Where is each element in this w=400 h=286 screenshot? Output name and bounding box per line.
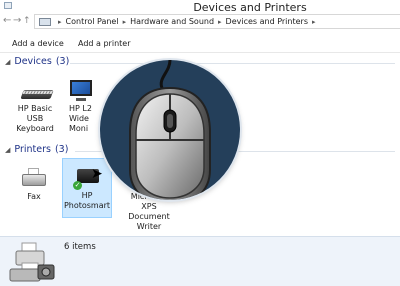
- printers-group-count: (3): [54, 144, 69, 155]
- group-divider: [70, 63, 395, 64]
- chevron-right-icon[interactable]: ▸: [312, 18, 316, 26]
- device-label: Fax: [27, 192, 41, 201]
- device-label: Writer: [136, 222, 162, 231]
- mouse-click-illustration: [100, 60, 240, 200]
- add-device-button[interactable]: Add a device: [12, 39, 64, 48]
- device-label: USB: [26, 114, 44, 123]
- breadcrumb-control-panel[interactable]: Control Panel: [66, 17, 119, 26]
- control-panel-crumb-icon: [39, 17, 51, 26]
- collapse-chevron-icon[interactable]: ◢: [5, 146, 10, 154]
- items-count: 6 items: [64, 242, 96, 252]
- status-bar: 6 items: [0, 236, 400, 286]
- add-printer-button[interactable]: Add a printer: [78, 39, 130, 48]
- devices-group-count: (3): [55, 56, 70, 67]
- command-bar: Add a device Add a printer: [0, 33, 400, 53]
- back-icon[interactable]: ←: [3, 15, 11, 26]
- device-label: Photosmart: [63, 201, 111, 210]
- monitor-icon: [64, 78, 104, 104]
- keyboard-icon: [10, 78, 60, 104]
- chevron-right-icon[interactable]: ▸: [218, 18, 222, 26]
- devices-group-header[interactable]: ◢ Devices (3): [5, 56, 69, 67]
- title-bar: Devices and Printers: [0, 0, 400, 14]
- device-hp-monitor[interactable]: HP L2 Wide Moni: [64, 78, 104, 140]
- up-icon[interactable]: ↑: [23, 16, 31, 26]
- collapse-chevron-icon[interactable]: ◢: [5, 58, 10, 66]
- printer-icon: ✓ ➤: [63, 159, 111, 191]
- device-hp-keyboard[interactable]: HP Basic USB Keyboard: [10, 78, 60, 140]
- address-bar: ← → ↑ ▸ Control Panel ▸ Hardware and Sou…: [0, 14, 400, 29]
- mouse-icon: [129, 60, 211, 200]
- device-label: HP L2: [69, 104, 92, 113]
- default-printer-check-icon: ✓: [73, 181, 82, 190]
- devices-and-printers-icon: [9, 242, 55, 282]
- window-title: Devices and Printers: [193, 1, 307, 14]
- device-label: Document: [128, 212, 170, 221]
- device-label: XPS: [141, 202, 157, 211]
- breadcrumb-devices-and-printers[interactable]: Devices and Printers: [226, 17, 308, 26]
- breadcrumb[interactable]: ▸ Control Panel ▸ Hardware and Sound ▸ D…: [34, 14, 400, 29]
- mouse-pointer-icon: ➤: [91, 166, 103, 182]
- breadcrumb-hardware-and-sound[interactable]: Hardware and Sound: [130, 17, 214, 26]
- device-label: Moni: [69, 124, 89, 133]
- device-hp-photosmart[interactable]: ✓ ➤ HP Photosmart: [62, 158, 112, 218]
- fax-icon: [12, 164, 56, 192]
- device-label: Keyboard: [16, 124, 54, 133]
- device-label: HP: [81, 191, 93, 200]
- printers-group-title: Printers: [14, 144, 51, 155]
- printers-group-header[interactable]: ◢ Printers (3): [5, 144, 68, 155]
- devices-group-title: Devices: [14, 56, 52, 67]
- device-fax[interactable]: Fax: [12, 164, 56, 204]
- device-label: HP Basic: [17, 104, 53, 113]
- chevron-right-icon[interactable]: ▸: [123, 18, 127, 26]
- device-label: Wide: [69, 114, 89, 123]
- chevron-right-icon[interactable]: ▸: [58, 18, 62, 26]
- forward-icon[interactable]: →: [13, 15, 21, 26]
